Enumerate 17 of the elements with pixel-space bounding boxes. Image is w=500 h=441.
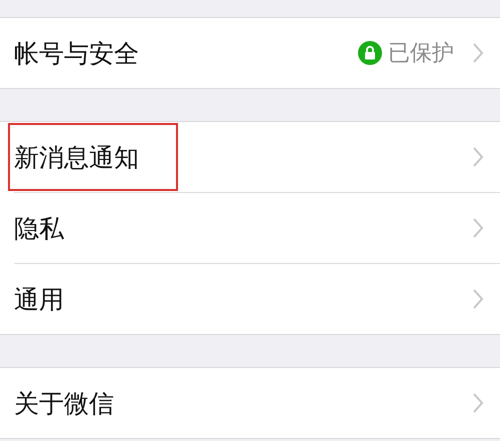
settings-row[interactable]: 帐号与安全 已保护	[0, 18, 500, 88]
chevron-icon	[472, 217, 484, 239]
lock-icon	[358, 41, 382, 65]
settings-row[interactable]: 新消息通知	[0, 122, 500, 192]
row-label: 隐私	[14, 212, 65, 244]
status-text: 已保护	[388, 40, 454, 68]
row-label: 通用	[14, 284, 65, 316]
row-label: 帐号与安全	[14, 38, 140, 70]
settings-row[interactable]: 通用	[0, 264, 500, 334]
chevron-icon	[472, 146, 484, 168]
settings-row[interactable]: 隐私	[0, 193, 500, 263]
chevron-icon	[472, 42, 484, 64]
row-label: 新消息通知	[14, 142, 140, 174]
chevron-icon	[472, 392, 484, 414]
settings-row[interactable]: 关于微信	[0, 368, 500, 438]
chevron-icon	[472, 288, 484, 310]
row-label: 关于微信	[14, 388, 115, 420]
